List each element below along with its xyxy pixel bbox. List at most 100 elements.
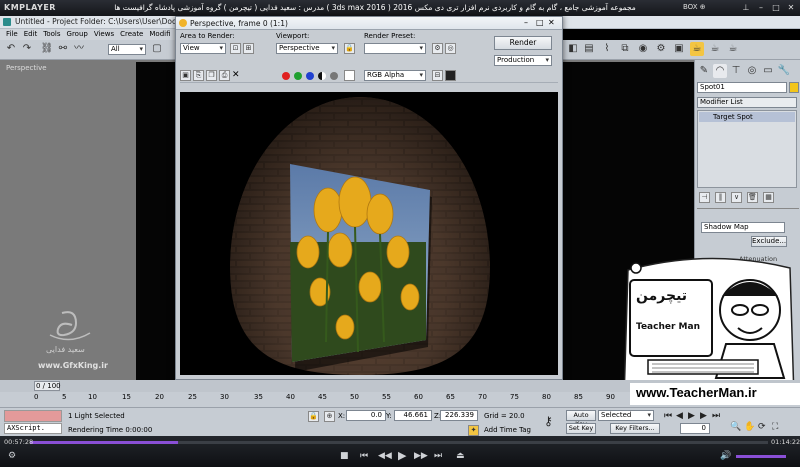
bind-spacewarp-icon[interactable]: 〰 [72, 42, 86, 56]
utilities-tab-icon[interactable]: 🔧 [777, 64, 791, 78]
auto-key-button[interactable]: Auto Key [566, 410, 596, 428]
maxscript-listener-pink[interactable] [4, 410, 62, 422]
layer-icon[interactable]: ◧ [566, 42, 580, 56]
pan-icon[interactable]: ✋ [744, 422, 755, 432]
curve-editor-icon[interactable]: ⌇ [600, 42, 614, 56]
environment-icon[interactable]: ◎ [445, 43, 456, 54]
motion-tab-icon[interactable]: ◎ [745, 64, 759, 78]
player-next-icon[interactable]: ⏭ [434, 451, 442, 461]
exclude-button[interactable]: Exclude... [751, 236, 787, 247]
remove-modifier-icon[interactable]: 🗑 [747, 192, 758, 203]
edit-region-icon[interactable]: ⊡ [230, 43, 241, 54]
maximize-icon[interactable]: □ [536, 18, 544, 27]
save-image-icon[interactable]: ▣ [180, 70, 191, 81]
material-editor-icon[interactable]: ◉ [636, 42, 650, 56]
add-time-tag-label[interactable]: Add Time Tag [484, 426, 531, 434]
x-coordinate-field[interactable]: 0.0 [346, 410, 386, 421]
goto-start-icon[interactable]: ⏮ [664, 411, 672, 421]
selection-lock-icon[interactable]: 🔒 [308, 411, 319, 422]
prev-frame-icon[interactable]: ◀ [676, 411, 683, 421]
maxscript-mini-listener[interactable]: AXScript. [4, 423, 62, 434]
player-eject-icon[interactable]: ⏏ [456, 451, 465, 461]
play-icon[interactable]: ▶ [688, 411, 695, 421]
viewport-label[interactable]: Perspective [6, 64, 47, 72]
viewport-dropdown[interactable]: Perspective [276, 43, 338, 54]
render-button[interactable]: Render [494, 36, 552, 50]
area-to-render-dropdown[interactable]: View [180, 43, 226, 54]
player-settings-icon[interactable]: ⚙ [8, 451, 16, 461]
show-end-result-icon[interactable]: ‖ [715, 192, 726, 203]
blue-channel-icon[interactable] [306, 72, 314, 80]
player-play-icon[interactable]: ▶ [398, 449, 406, 462]
render-preset-dropdown[interactable] [364, 43, 426, 54]
player-volume-icon[interactable]: 🔊 [720, 451, 731, 461]
hierarchy-tab-icon[interactable]: ⊤ [729, 64, 743, 78]
menu-modifiers[interactable]: Modifi [149, 29, 170, 40]
maximize-viewport-icon[interactable]: ⛶ [772, 422, 778, 432]
make-unique-icon[interactable]: ∨ [731, 192, 742, 203]
select-object-icon[interactable]: ▢ [150, 42, 164, 56]
copy-image-icon[interactable]: ⎘ [193, 70, 204, 81]
link-icon[interactable]: ⛓ [40, 42, 54, 56]
print-image-icon[interactable]: ⎙ [219, 70, 230, 81]
minimize-icon[interactable]: – [524, 18, 528, 27]
selection-filter-dropdown[interactable]: All [108, 44, 146, 55]
key-filters-button[interactable]: Key Filters... [610, 423, 660, 434]
player-maximize-icon[interactable]: □ [770, 2, 782, 13]
redo-icon[interactable]: ↷ [20, 42, 34, 56]
close-icon[interactable]: ✕ [548, 18, 555, 27]
clear-icon[interactable]: ✕ [232, 70, 240, 80]
max-app-icon[interactable] [3, 18, 11, 26]
current-frame-field[interactable]: 0 [680, 423, 710, 434]
green-channel-icon[interactable] [294, 72, 302, 80]
lock-viewport-icon[interactable]: 🔒 [344, 43, 355, 54]
menu-create[interactable]: Create [120, 29, 143, 40]
object-name-field[interactable]: Spot01 [697, 82, 787, 93]
player-pin-icon[interactable]: ⊥ [740, 2, 752, 13]
production-dropdown[interactable]: Production [494, 55, 552, 66]
undo-icon[interactable]: ↶ [4, 42, 18, 56]
player-stop-icon[interactable]: ■ [340, 451, 349, 461]
clone-frame-icon[interactable]: ❐ [206, 70, 217, 81]
menu-views[interactable]: Views [94, 29, 114, 40]
shadow-type-dropdown[interactable]: Shadow Map [701, 222, 785, 233]
ribbon-icon[interactable]: ▤ [582, 42, 596, 56]
add-time-tag-icon[interactable]: ✦ [468, 425, 479, 436]
display-tab-icon[interactable]: ▭ [761, 64, 775, 78]
toggle-ui-overlay-icon[interactable]: ⊟ [432, 70, 443, 81]
stack-item-target-spot[interactable]: Target Spot [699, 112, 795, 122]
pin-stack-icon[interactable]: ⊣ [699, 192, 710, 203]
toggle-ui-icon[interactable] [445, 70, 456, 81]
z-coordinate-field[interactable]: 226.339 [440, 410, 478, 421]
schematic-view-icon[interactable]: ⧉ [618, 42, 632, 56]
set-key-button[interactable]: Set Key [566, 423, 596, 434]
player-close-icon[interactable]: ✕ [785, 2, 797, 13]
render-teapot-icon[interactable]: ☕ [708, 42, 722, 56]
orbit-icon[interactable]: ⟳ [758, 422, 766, 432]
display-channel-dropdown[interactable]: RGB Alpha [364, 70, 426, 81]
player-forward-icon[interactable]: ▶▶ [414, 451, 428, 461]
player-prev-icon[interactable]: ⏮ [360, 451, 368, 461]
modifier-list-dropdown[interactable]: Modifier List [697, 97, 797, 108]
render-setup-icon[interactable]: ⚙ [654, 42, 668, 56]
player-rewind-icon[interactable]: ◀◀ [378, 451, 392, 461]
player-box-button[interactable]: BOX ⊕ [683, 3, 706, 11]
render-iterative-icon[interactable]: ☕ [726, 42, 740, 56]
swatch-icon[interactable] [344, 70, 355, 81]
auto-region-icon[interactable]: ⊞ [243, 43, 254, 54]
menu-tools[interactable]: Tools [43, 29, 60, 40]
render-production-icon[interactable]: ☕ [690, 42, 704, 56]
goto-end-icon[interactable]: ⏭ [712, 411, 720, 421]
red-channel-icon[interactable] [282, 72, 290, 80]
configure-modifier-sets-icon[interactable]: ▦ [763, 192, 774, 203]
absolute-mode-icon[interactable]: ⊕ [324, 411, 335, 422]
menu-group[interactable]: Group [67, 29, 88, 40]
next-frame-icon[interactable]: ▶ [700, 411, 707, 421]
alpha-channel-icon[interactable] [318, 72, 326, 80]
rendered-frame-window-icon[interactable]: ▣ [672, 42, 686, 56]
zoom-icon[interactable]: 🔍 [730, 422, 741, 432]
y-coordinate-field[interactable]: 46.661 [394, 410, 432, 421]
modify-tab-icon[interactable]: ◠ [713, 64, 727, 78]
render-setup-small-icon[interactable]: ⚙ [432, 43, 443, 54]
create-tab-icon[interactable]: ✎ [697, 64, 711, 78]
